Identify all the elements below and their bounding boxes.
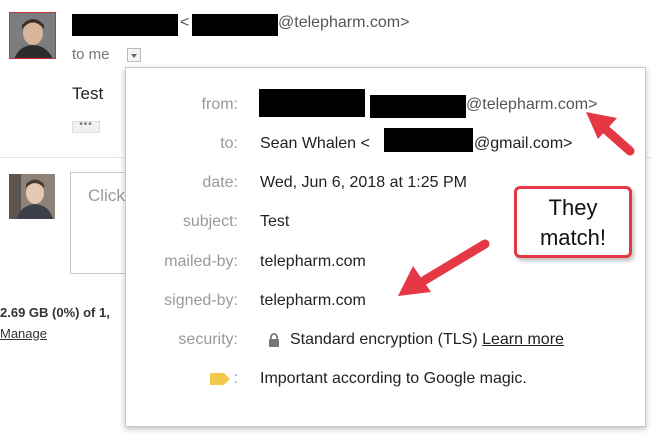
arrow-to-signed-by <box>398 239 490 296</box>
arrow-to-from-domain <box>586 112 635 156</box>
annotation-arrows <box>398 112 635 296</box>
